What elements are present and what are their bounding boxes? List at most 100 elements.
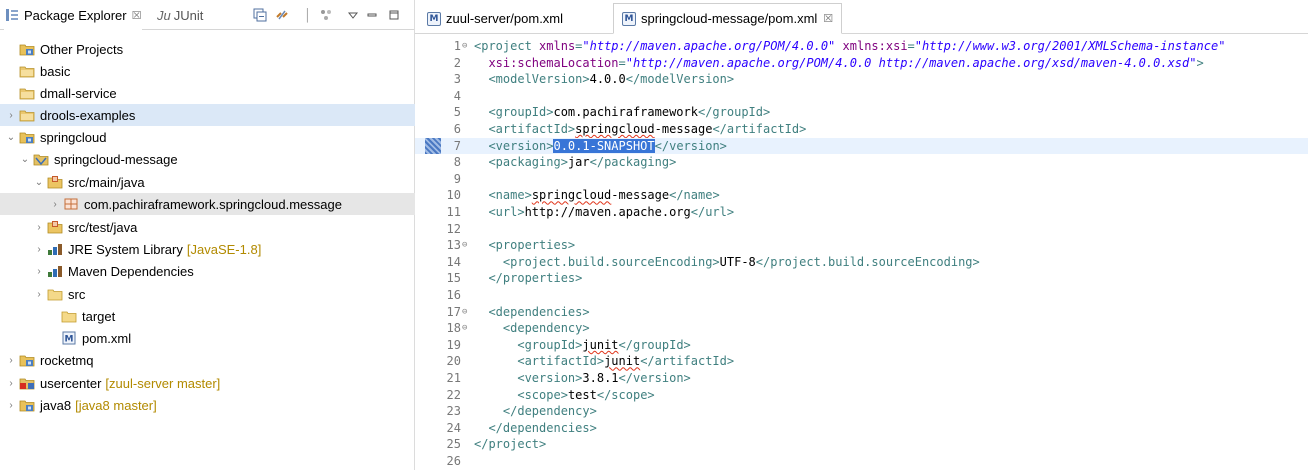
editor-tab-springcloud-message-pom[interactable]: M springcloud-message/pom.xml ☒ (613, 3, 843, 34)
working-set-icon (18, 129, 36, 145)
code-line[interactable]: 5 <groupId>com.pachiraframework</groupId… (415, 104, 1308, 121)
tree-item[interactable]: › src (0, 283, 415, 305)
chevron-down-icon[interactable]: ⌄ (32, 177, 46, 188)
code-line[interactable]: 8 <packaging>jar</packaging> (415, 154, 1308, 171)
tree-item[interactable]: › com.pachiraframework.springcloud.messag… (0, 193, 415, 215)
tree-item[interactable]: › drools-examples (0, 104, 415, 126)
code-token: </dependency> (502, 404, 597, 419)
fold-toggle-icon[interactable]: ⊖ (462, 304, 467, 321)
tree-item[interactable]: ⌄ springcloud-message (0, 148, 415, 170)
code-token: 4.0.0 (589, 72, 626, 87)
code-line[interactable]: 11 <url>http://maven.apache.org</url> (415, 204, 1308, 221)
tree-item[interactable]: › src/test/java (0, 216, 415, 238)
maximize-icon[interactable] (386, 7, 402, 23)
code-line[interactable]: 13 ⊖ <properties> (415, 237, 1308, 254)
chevron-down-icon[interactable]: ⌄ (4, 132, 18, 143)
project-icon (18, 85, 36, 101)
code-line[interactable]: 12 (415, 221, 1308, 238)
chevron-right-icon[interactable]: › (32, 244, 46, 255)
code-token: <properties> (488, 238, 576, 253)
line-number: 4 (453, 88, 461, 103)
tree-item[interactable]: basic (0, 60, 415, 82)
tree-item[interactable]: › java8 [java8 master] (0, 394, 415, 416)
tree-item-decoration: [java8 master] (75, 397, 157, 413)
tree-item[interactable]: › JRE System Library [JavaSE-1.8] (0, 238, 415, 260)
code-token: <scope> (517, 387, 568, 402)
tree-item[interactable]: dmall-service (0, 82, 415, 104)
code-text: <project.build.sourceEncoding>UTF-8</pro… (474, 254, 980, 271)
tree-item[interactable]: ⌄ src/main/java (0, 171, 415, 193)
code-line[interactable]: 7 <version>0.0.1-SNAPSHOT</version> (415, 137, 1308, 155)
line-number: 12 (446, 221, 461, 236)
code-token: <packaging> (488, 155, 568, 170)
tree-item[interactable]: Mpom.xml (0, 327, 415, 349)
view-menu-icon[interactable] (345, 7, 361, 23)
code-token: "http://www.w3.org/2001/XMLSchema-instan… (914, 39, 1226, 53)
chevron-right-icon[interactable]: › (32, 222, 46, 233)
code-line[interactable]: 6 <artifactId>springcloud-message</artif… (415, 121, 1308, 138)
code-line[interactable]: 22 <scope>test</scope> (415, 387, 1308, 404)
chevron-right-icon[interactable]: › (4, 378, 18, 389)
code-line[interactable]: 24 </dependencies> (415, 420, 1308, 437)
code-line[interactable]: 15 </properties> (415, 270, 1308, 287)
tree-item[interactable]: › rocketmq (0, 349, 415, 371)
minimize-icon[interactable] (364, 7, 380, 23)
editor-tab-label: springcloud-message/pom.xml (641, 11, 818, 26)
code-line[interactable]: 23 </dependency> (415, 403, 1308, 420)
code-line[interactable]: 17 ⊖ <dependencies> (415, 304, 1308, 321)
tree-item-label: src/test/java (68, 219, 138, 235)
code-line[interactable]: 20 <artifactId>junit</artifactId> (415, 353, 1308, 370)
line-number: 23 (446, 404, 461, 419)
close-icon[interactable]: ☒ (823, 12, 833, 25)
code-line[interactable]: 2 xsi:schemaLocation="http://maven.apach… (415, 55, 1308, 72)
code-line[interactable]: 16 (415, 287, 1308, 304)
code-line[interactable]: 26 (415, 453, 1308, 470)
code-text: <project xmlns="http://maven.apache.org/… (474, 38, 1225, 55)
code-token: test (567, 387, 597, 402)
tab-package-explorer[interactable]: Package Explorer ☒ (4, 0, 142, 30)
tree-item[interactable]: ⌄ springcloud (0, 126, 415, 148)
package-explorer-view: Package Explorer ☒ Ju JUnit │ Other Proj… (0, 0, 415, 470)
code-line[interactable]: 3 <modelVersion>4.0.0</modelVersion> (415, 71, 1308, 88)
package-explorer-icon (4, 8, 20, 22)
fold-toggle-icon[interactable]: ⊖ (462, 320, 467, 337)
code-line[interactable]: 4 (415, 88, 1308, 105)
chevron-right-icon[interactable]: › (4, 110, 18, 121)
collapse-all-icon[interactable] (252, 7, 268, 23)
code-token: xmlns:xsi (842, 39, 908, 53)
code-line[interactable]: 9 (415, 171, 1308, 188)
chevron-right-icon[interactable]: › (32, 289, 46, 300)
tree-item-label: dmall-service (40, 85, 117, 101)
tree-item[interactable]: Other Projects (0, 38, 415, 60)
chevron-right-icon[interactable]: › (48, 199, 62, 210)
fold-toggle-icon[interactable]: ⊖ (462, 38, 467, 55)
code-line[interactable]: 10 <name>springcloud-message</name> (415, 187, 1308, 204)
tree-item-label: Maven Dependencies (68, 263, 194, 279)
line-number: 5 (453, 105, 461, 120)
tree-item[interactable]: target (0, 305, 415, 327)
tree-item[interactable]: › usercenter [zuul-server master] (0, 372, 415, 394)
code-line[interactable]: 18 ⊖ <dependency> (415, 320, 1308, 337)
chevron-right-icon[interactable]: › (4, 355, 18, 366)
link-with-editor-icon[interactable] (274, 7, 290, 23)
code-line[interactable]: 25 </project> (415, 436, 1308, 453)
code-text: <artifactId>junit</artifactId> (474, 353, 734, 370)
fold-toggle-icon[interactable]: ⊖ (462, 237, 467, 254)
tree-item[interactable]: › Maven Dependencies (0, 260, 415, 282)
chevron-down-icon[interactable]: ⌄ (18, 154, 32, 165)
code-line[interactable]: 14 <project.build.sourceEncoding>UTF-8</… (415, 254, 1308, 271)
focus-icon[interactable] (318, 7, 334, 23)
chevron-right-icon[interactable]: › (4, 400, 18, 411)
code-line[interactable]: 19 <groupId>junit</groupId> (415, 337, 1308, 354)
line-number: 18 (446, 321, 461, 336)
editor-tab-zuul-pom[interactable]: M zuul-server/pom.xml (419, 3, 571, 34)
tab-junit[interactable]: Ju JUnit (157, 0, 203, 30)
tree-item-label: Other Projects (40, 41, 124, 57)
code-token: project (481, 39, 532, 53)
chevron-right-icon[interactable]: › (32, 266, 46, 277)
code-token: </version> (618, 371, 691, 385)
code-line[interactable]: 1 ⊖ <project xmlns="http://maven.apache.or… (415, 38, 1308, 55)
close-icon[interactable]: ☒ (132, 9, 142, 22)
code-line[interactable]: 21 <version>3.8.1</version> (415, 370, 1308, 387)
